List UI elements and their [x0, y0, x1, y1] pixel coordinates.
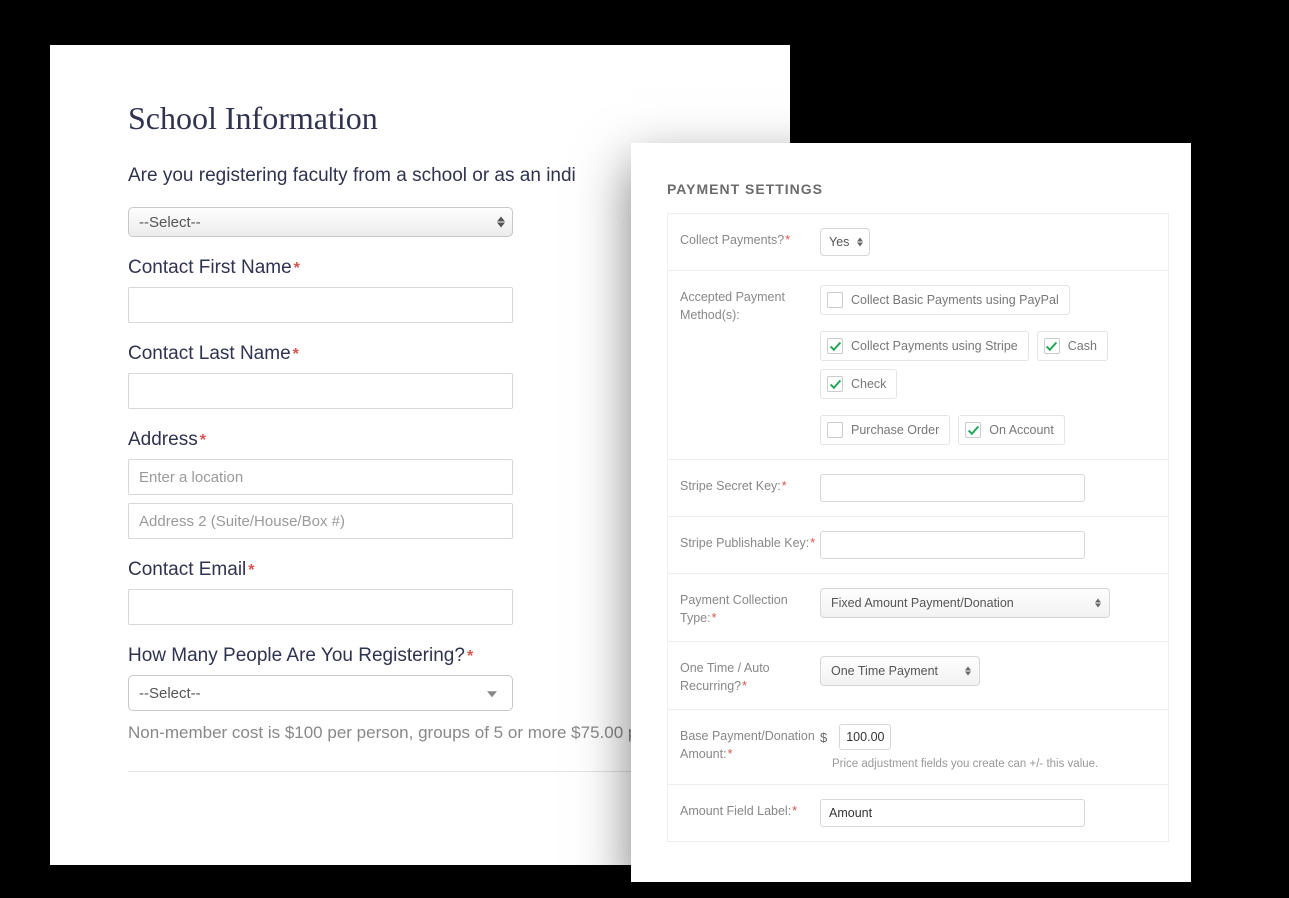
payment-methods-label: Accepted Payment Method(s): — [680, 285, 820, 324]
required-asterisk-icon: * — [293, 346, 299, 363]
method-po-label: Purchase Order — [851, 423, 939, 437]
method-account-checkbox[interactable]: On Account — [958, 415, 1065, 445]
pricing-helper-text: Non-member cost is $100 per person, grou… — [128, 723, 712, 743]
registration-type-select[interactable]: --Select-- — [128, 207, 513, 237]
method-cash-checkbox[interactable]: Cash — [1037, 331, 1108, 361]
payment-settings-panel: PAYMENT SETTINGS Collect Payments?* Yes … — [631, 143, 1191, 882]
checkbox-checked-icon — [1044, 338, 1060, 354]
collection-type-label: Payment Collection Type: — [680, 593, 788, 625]
collection-type-select[interactable]: Fixed Amount Payment/Donation — [820, 588, 1110, 618]
payment-settings-heading: PAYMENT SETTINGS — [667, 181, 1169, 197]
section-divider — [128, 771, 712, 772]
address-input[interactable] — [128, 459, 513, 495]
method-check-label: Check — [851, 377, 886, 391]
first-name-input[interactable] — [128, 287, 513, 323]
collect-payments-value: Yes — [829, 235, 849, 249]
stripe-pub-input[interactable] — [820, 531, 1085, 559]
required-asterisk-icon: * — [294, 260, 300, 277]
people-count-value: --Select-- — [139, 685, 201, 702]
method-cash-label: Cash — [1068, 339, 1097, 353]
method-stripe-label: Collect Payments using Stripe — [851, 339, 1018, 353]
recurring-value: One Time Payment — [831, 664, 938, 678]
recurring-select[interactable]: One Time Payment — [820, 656, 980, 686]
registration-question: Are you registering faculty from a schoo… — [128, 165, 712, 187]
select-arrows-icon — [497, 217, 505, 228]
checkbox-checked-icon — [965, 422, 981, 438]
address2-input[interactable] — [128, 503, 513, 539]
base-amount-input[interactable] — [839, 724, 891, 750]
collect-payments-select[interactable]: Yes — [820, 228, 870, 256]
last-name-label: Contact Last Name — [128, 343, 291, 365]
collection-type-value: Fixed Amount Payment/Donation — [831, 596, 1014, 610]
checkbox-icon — [827, 292, 843, 308]
method-paypal-checkbox[interactable]: Collect Basic Payments using PayPal — [820, 285, 1070, 315]
collect-payments-label: Collect Payments? — [680, 233, 784, 247]
base-amount-label: Base Payment/Donation Amount: — [680, 729, 815, 761]
checkbox-checked-icon — [827, 376, 843, 392]
required-asterisk-icon: * — [785, 233, 790, 247]
required-asterisk-icon: * — [200, 432, 206, 449]
method-account-label: On Account — [989, 423, 1054, 437]
payment-settings-box: Collect Payments?* Yes Accepted Payment … — [667, 213, 1169, 842]
email-input[interactable] — [128, 589, 513, 625]
checkbox-checked-icon — [827, 338, 843, 354]
amount-field-label-label: Amount Field Label: — [680, 804, 791, 818]
select-arrows-icon — [1095, 599, 1101, 608]
stripe-pub-label: Stripe Publishable Key: — [680, 536, 809, 550]
currency-symbol: $ — [820, 730, 827, 745]
method-stripe-checkbox[interactable]: Collect Payments using Stripe — [820, 331, 1029, 361]
stripe-secret-input[interactable] — [820, 474, 1085, 502]
chevron-down-icon — [487, 691, 497, 697]
required-asterisk-icon: * — [782, 479, 787, 493]
required-asterisk-icon: * — [792, 804, 797, 818]
checkbox-icon — [827, 422, 843, 438]
required-asterisk-icon: * — [810, 536, 815, 550]
first-name-label: Contact First Name — [128, 257, 292, 279]
people-count-label: How Many People Are You Registering? — [128, 645, 465, 667]
people-count-select[interactable]: --Select-- — [128, 675, 513, 711]
method-po-checkbox[interactable]: Purchase Order — [820, 415, 950, 445]
required-asterisk-icon: * — [467, 648, 473, 665]
stripe-secret-label: Stripe Secret Key: — [680, 479, 781, 493]
method-check-checkbox[interactable]: Check — [820, 369, 897, 399]
select-arrows-icon — [965, 667, 971, 676]
page-title: School Information — [128, 100, 712, 137]
required-asterisk-icon: * — [712, 611, 717, 625]
required-asterisk-icon: * — [248, 562, 254, 579]
required-asterisk-icon: * — [742, 679, 747, 693]
address-label: Address — [128, 429, 198, 451]
last-name-input[interactable] — [128, 373, 513, 409]
email-label: Contact Email — [128, 559, 246, 581]
recurring-label: One Time / Auto Recurring? — [680, 661, 770, 693]
required-asterisk-icon: * — [728, 747, 733, 761]
registration-type-value: --Select-- — [139, 214, 201, 231]
base-amount-hint: Price adjustment fields you create can +… — [832, 758, 1098, 770]
amount-field-label-input[interactable] — [820, 799, 1085, 827]
select-arrows-icon — [857, 238, 863, 247]
method-paypal-label: Collect Basic Payments using PayPal — [851, 293, 1059, 307]
